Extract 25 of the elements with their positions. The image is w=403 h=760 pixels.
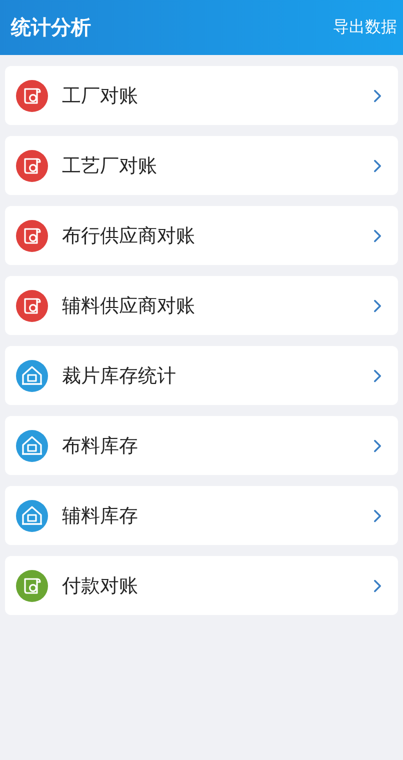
menu-item[interactable]: 辅料供应商对账 — [5, 276, 398, 335]
chevron-right-icon — [373, 368, 382, 382]
menu-item[interactable]: 裁片库存统计 — [5, 346, 398, 405]
chevron-right-icon — [373, 298, 382, 312]
item-label: 工厂对账 — [62, 84, 139, 108]
item-label: 布料库存 — [62, 434, 139, 458]
chevron-right-icon — [373, 508, 382, 522]
chevron-right-icon — [373, 438, 382, 452]
menu-item[interactable]: 工厂对账 — [5, 66, 398, 125]
menu-item[interactable]: 付款对账 — [5, 556, 398, 615]
item-label: 辅料供应商对账 — [62, 294, 196, 318]
page-title: 统计分析 — [11, 14, 91, 41]
menu-item[interactable]: 布料库存 — [5, 416, 398, 475]
item-label: 辅料库存 — [62, 504, 139, 528]
chevron-right-icon — [373, 88, 382, 102]
item-label: 裁片库存统计 — [62, 364, 177, 388]
item-label: 工艺厂对账 — [62, 154, 158, 178]
menu-item[interactable]: 辅料库存 — [5, 486, 398, 545]
chevron-right-icon — [373, 158, 382, 172]
menu-item[interactable]: 工艺厂对账 — [5, 136, 398, 195]
menu-item[interactable]: 布行供应商对账 — [5, 206, 398, 265]
chevron-right-icon — [373, 578, 382, 592]
chevron-right-icon — [373, 228, 382, 242]
item-label: 布行供应商对账 — [62, 224, 196, 248]
item-label: 付款对账 — [62, 574, 139, 598]
